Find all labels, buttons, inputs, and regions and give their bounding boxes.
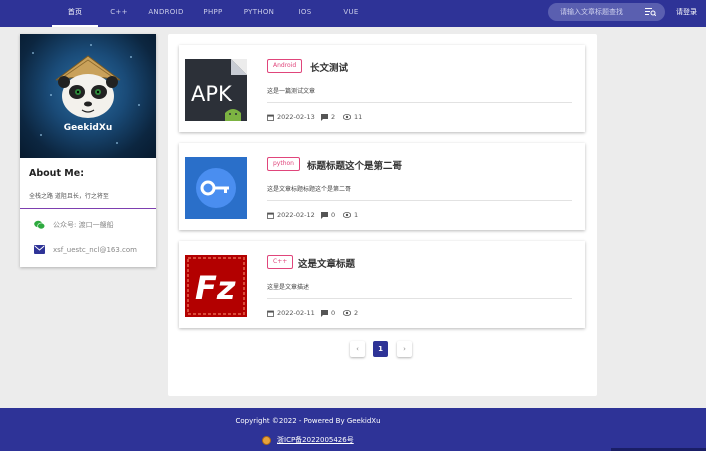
- calendar-icon: [267, 310, 274, 317]
- article-tag[interactable]: python: [267, 157, 300, 171]
- card-divider: [267, 298, 572, 299]
- about-text: 全栈之路 道阻且长，行之将至: [29, 193, 109, 200]
- contact-mail: xsf_uestc_ncl@163.com: [34, 245, 137, 254]
- comment-icon: [321, 113, 328, 121]
- contact-wechat: 公众号: 渡口一艘船: [34, 220, 114, 230]
- article-card[interactable]: Fz C++ 这是文章标题 这里是文章描述 2022-02-11 0 2: [179, 241, 585, 328]
- pagination-prev-button[interactable]: ‹: [350, 341, 365, 357]
- panda-avatar: [55, 55, 121, 118]
- article-views-count: 11: [354, 113, 363, 121]
- nav-item-cpp[interactable]: C++: [104, 0, 134, 25]
- article-views: 1: [343, 211, 358, 219]
- article-comments: 0: [321, 211, 335, 219]
- wechat-icon: [34, 220, 45, 230]
- about-divider: [20, 208, 156, 209]
- article-date: 2022-02-12: [267, 211, 315, 219]
- article-title[interactable]: 这是文章标题: [298, 256, 355, 270]
- article-title[interactable]: 标题标题这个是第二哥: [307, 158, 402, 172]
- profile-banner: GeekidXu: [20, 34, 156, 158]
- apk-file-icon: APK: [185, 59, 247, 121]
- comment-icon: [321, 211, 328, 219]
- search-box: [548, 3, 665, 21]
- filezilla-icon: Fz: [185, 255, 247, 317]
- article-views: 11: [343, 113, 362, 121]
- article-card[interactable]: APK Android 长文测试 这是一篇测试文章 2022-02-13 2 1…: [179, 45, 585, 132]
- article-views-count: 1: [354, 211, 359, 219]
- article-date: 2022-02-11: [267, 309, 315, 317]
- filezilla-thumb[interactable]: Fz: [185, 255, 247, 317]
- calendar-icon: [267, 114, 274, 121]
- profile-name: GeekidXu: [63, 123, 113, 133]
- card-divider: [267, 200, 572, 201]
- nav-item-ios[interactable]: IOS: [293, 0, 317, 25]
- nav-item-phpp[interactable]: PHPP: [198, 0, 228, 25]
- article-title[interactable]: 长文测试: [310, 60, 348, 74]
- contact-mail-text: xsf_uestc_ncl@163.com: [53, 245, 138, 254]
- svg-text:Fz: Fz: [195, 269, 236, 307]
- article-date-text: 2022-02-11: [277, 309, 315, 317]
- footer: Copyright ©2022 - Powered By GeekidXu 浙I…: [0, 408, 706, 451]
- article-comments: 2: [321, 113, 335, 121]
- article-date: 2022-02-13: [267, 113, 315, 121]
- article-date-text: 2022-02-13: [277, 113, 315, 121]
- apk-thumb[interactable]: APK: [185, 59, 247, 121]
- article-comments: 0: [321, 309, 335, 317]
- mail-icon: [34, 245, 45, 254]
- article-card[interactable]: python 标题标题这个是第二哥 这是文章标题标题这个是第二哥 2022-02…: [179, 143, 585, 230]
- article-desc: 这是一篇测试文章: [267, 88, 316, 95]
- search-list-icon[interactable]: [645, 7, 656, 17]
- nav-item-python[interactable]: PYTHON: [240, 0, 278, 25]
- svg-text:APK: APK: [191, 82, 233, 106]
- comment-icon: [321, 309, 328, 317]
- article-tag[interactable]: C++: [267, 255, 294, 269]
- article-comments-count: 0: [331, 309, 336, 317]
- about-title: About Me:: [29, 168, 84, 179]
- search-input[interactable]: [560, 5, 640, 19]
- police-badge-icon: [262, 435, 271, 445]
- article-comments-count: 0: [331, 211, 336, 219]
- pagination-next-button[interactable]: ›: [397, 341, 412, 357]
- article-date-text: 2022-02-12: [277, 211, 315, 219]
- calendar-icon: [267, 212, 274, 219]
- contact-wechat-text: 公众号: 渡口一艘船: [53, 221, 114, 229]
- pagination-page-1[interactable]: 1: [373, 341, 388, 357]
- profile-card: GeekidXu About Me: 全栈之路 道阻且长，行之将至 公众号: 渡…: [20, 34, 156, 267]
- nav-item-android[interactable]: ANDROID: [146, 0, 186, 25]
- article-tag[interactable]: Android: [267, 59, 303, 73]
- eye-icon: [343, 310, 351, 316]
- key-thumb[interactable]: [185, 157, 247, 219]
- article-views: 2: [343, 309, 358, 317]
- footer-copyright: Copyright ©2022 - Powered By GeekidXu: [235, 417, 381, 425]
- top-navbar: 首页 C++ ANDROID PHPP PYTHON IOS VUE 请登录: [0, 0, 706, 27]
- article-desc: 这里是文章描述: [267, 284, 310, 291]
- footer-icp-link[interactable]: 浙ICP备2022005426号: [262, 435, 354, 445]
- eye-icon: [343, 212, 351, 218]
- card-divider: [267, 102, 572, 103]
- article-views-count: 2: [354, 309, 359, 317]
- login-link[interactable]: 请登录: [676, 0, 697, 25]
- nav-item-vue[interactable]: VUE: [337, 0, 365, 25]
- nav-item-home[interactable]: 首页: [52, 0, 98, 25]
- article-desc: 这是文章标题标题这个是第二哥: [267, 186, 352, 193]
- key-app-icon: [185, 157, 247, 219]
- nav-active-indicator: [52, 25, 98, 27]
- footer-icp-text[interactable]: 浙ICP备2022005426号: [277, 435, 354, 445]
- eye-icon: [343, 114, 351, 120]
- article-comments-count: 2: [331, 113, 336, 121]
